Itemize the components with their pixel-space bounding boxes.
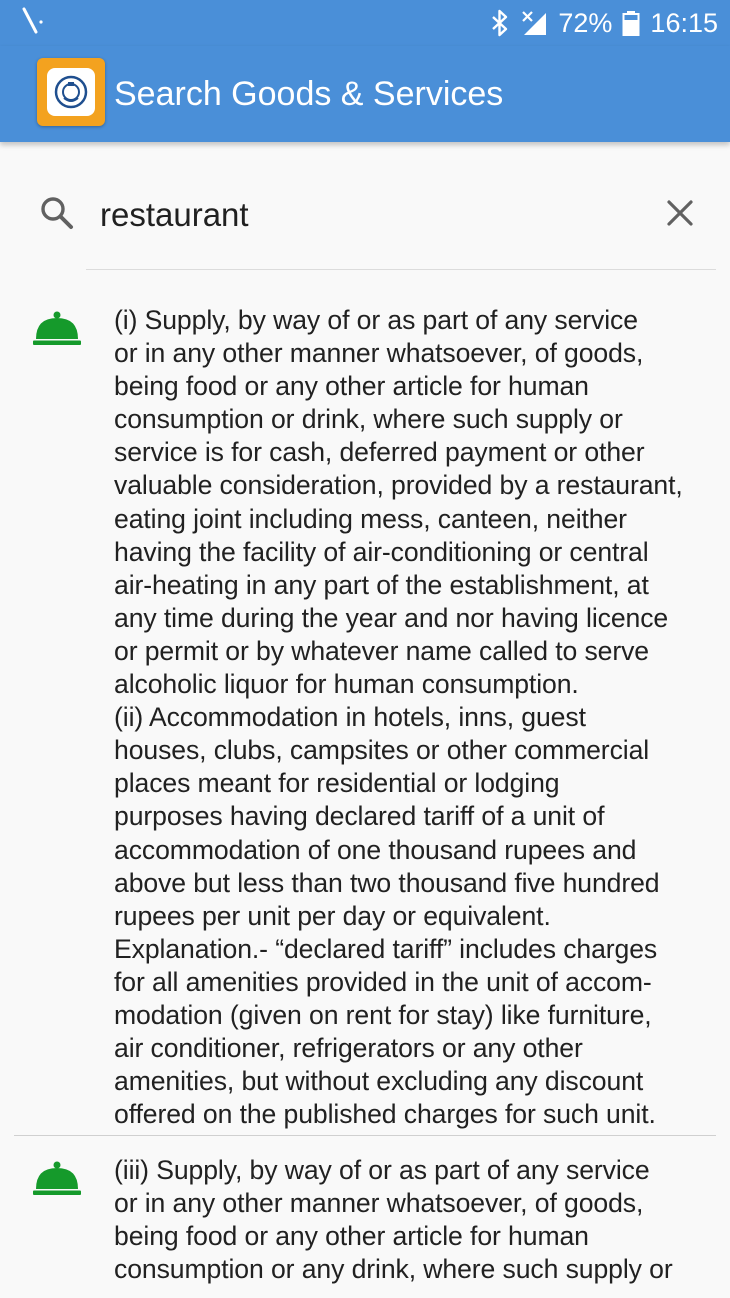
result-text: (iii) Supply, by way of or as part of an… xyxy=(114,1155,673,1285)
status-bar: 72% 16:15 xyxy=(0,0,730,46)
divider xyxy=(14,1135,716,1136)
page-title: Search Goods & Services xyxy=(114,75,504,113)
search-divider xyxy=(86,269,716,270)
battery-icon xyxy=(622,9,640,37)
service-bell-icon xyxy=(33,310,81,351)
search-icon xyxy=(38,194,76,237)
signal-glyph-icon xyxy=(18,6,48,41)
search-bar: restaurant xyxy=(0,170,730,260)
search-input[interactable]: restaurant xyxy=(100,190,640,240)
list-item[interactable]: (i) Supply, by way of or as part of any … xyxy=(0,300,730,1135)
list-item[interactable]: (iii) Supply, by way of or as part of an… xyxy=(0,1150,730,1298)
clock: 16:15 xyxy=(650,7,718,38)
cellular-signal-icon xyxy=(520,9,548,37)
clear-icon[interactable] xyxy=(662,195,702,235)
app-bar: Search Goods & Services xyxy=(0,46,730,142)
result-text: (i) Supply, by way of or as part of any … xyxy=(114,305,683,1130)
bluetooth-icon xyxy=(490,9,510,37)
emblem-icon xyxy=(47,68,95,116)
service-bell-icon xyxy=(33,1160,81,1201)
battery-percent: 72% xyxy=(558,7,613,38)
app-logo xyxy=(37,58,105,126)
